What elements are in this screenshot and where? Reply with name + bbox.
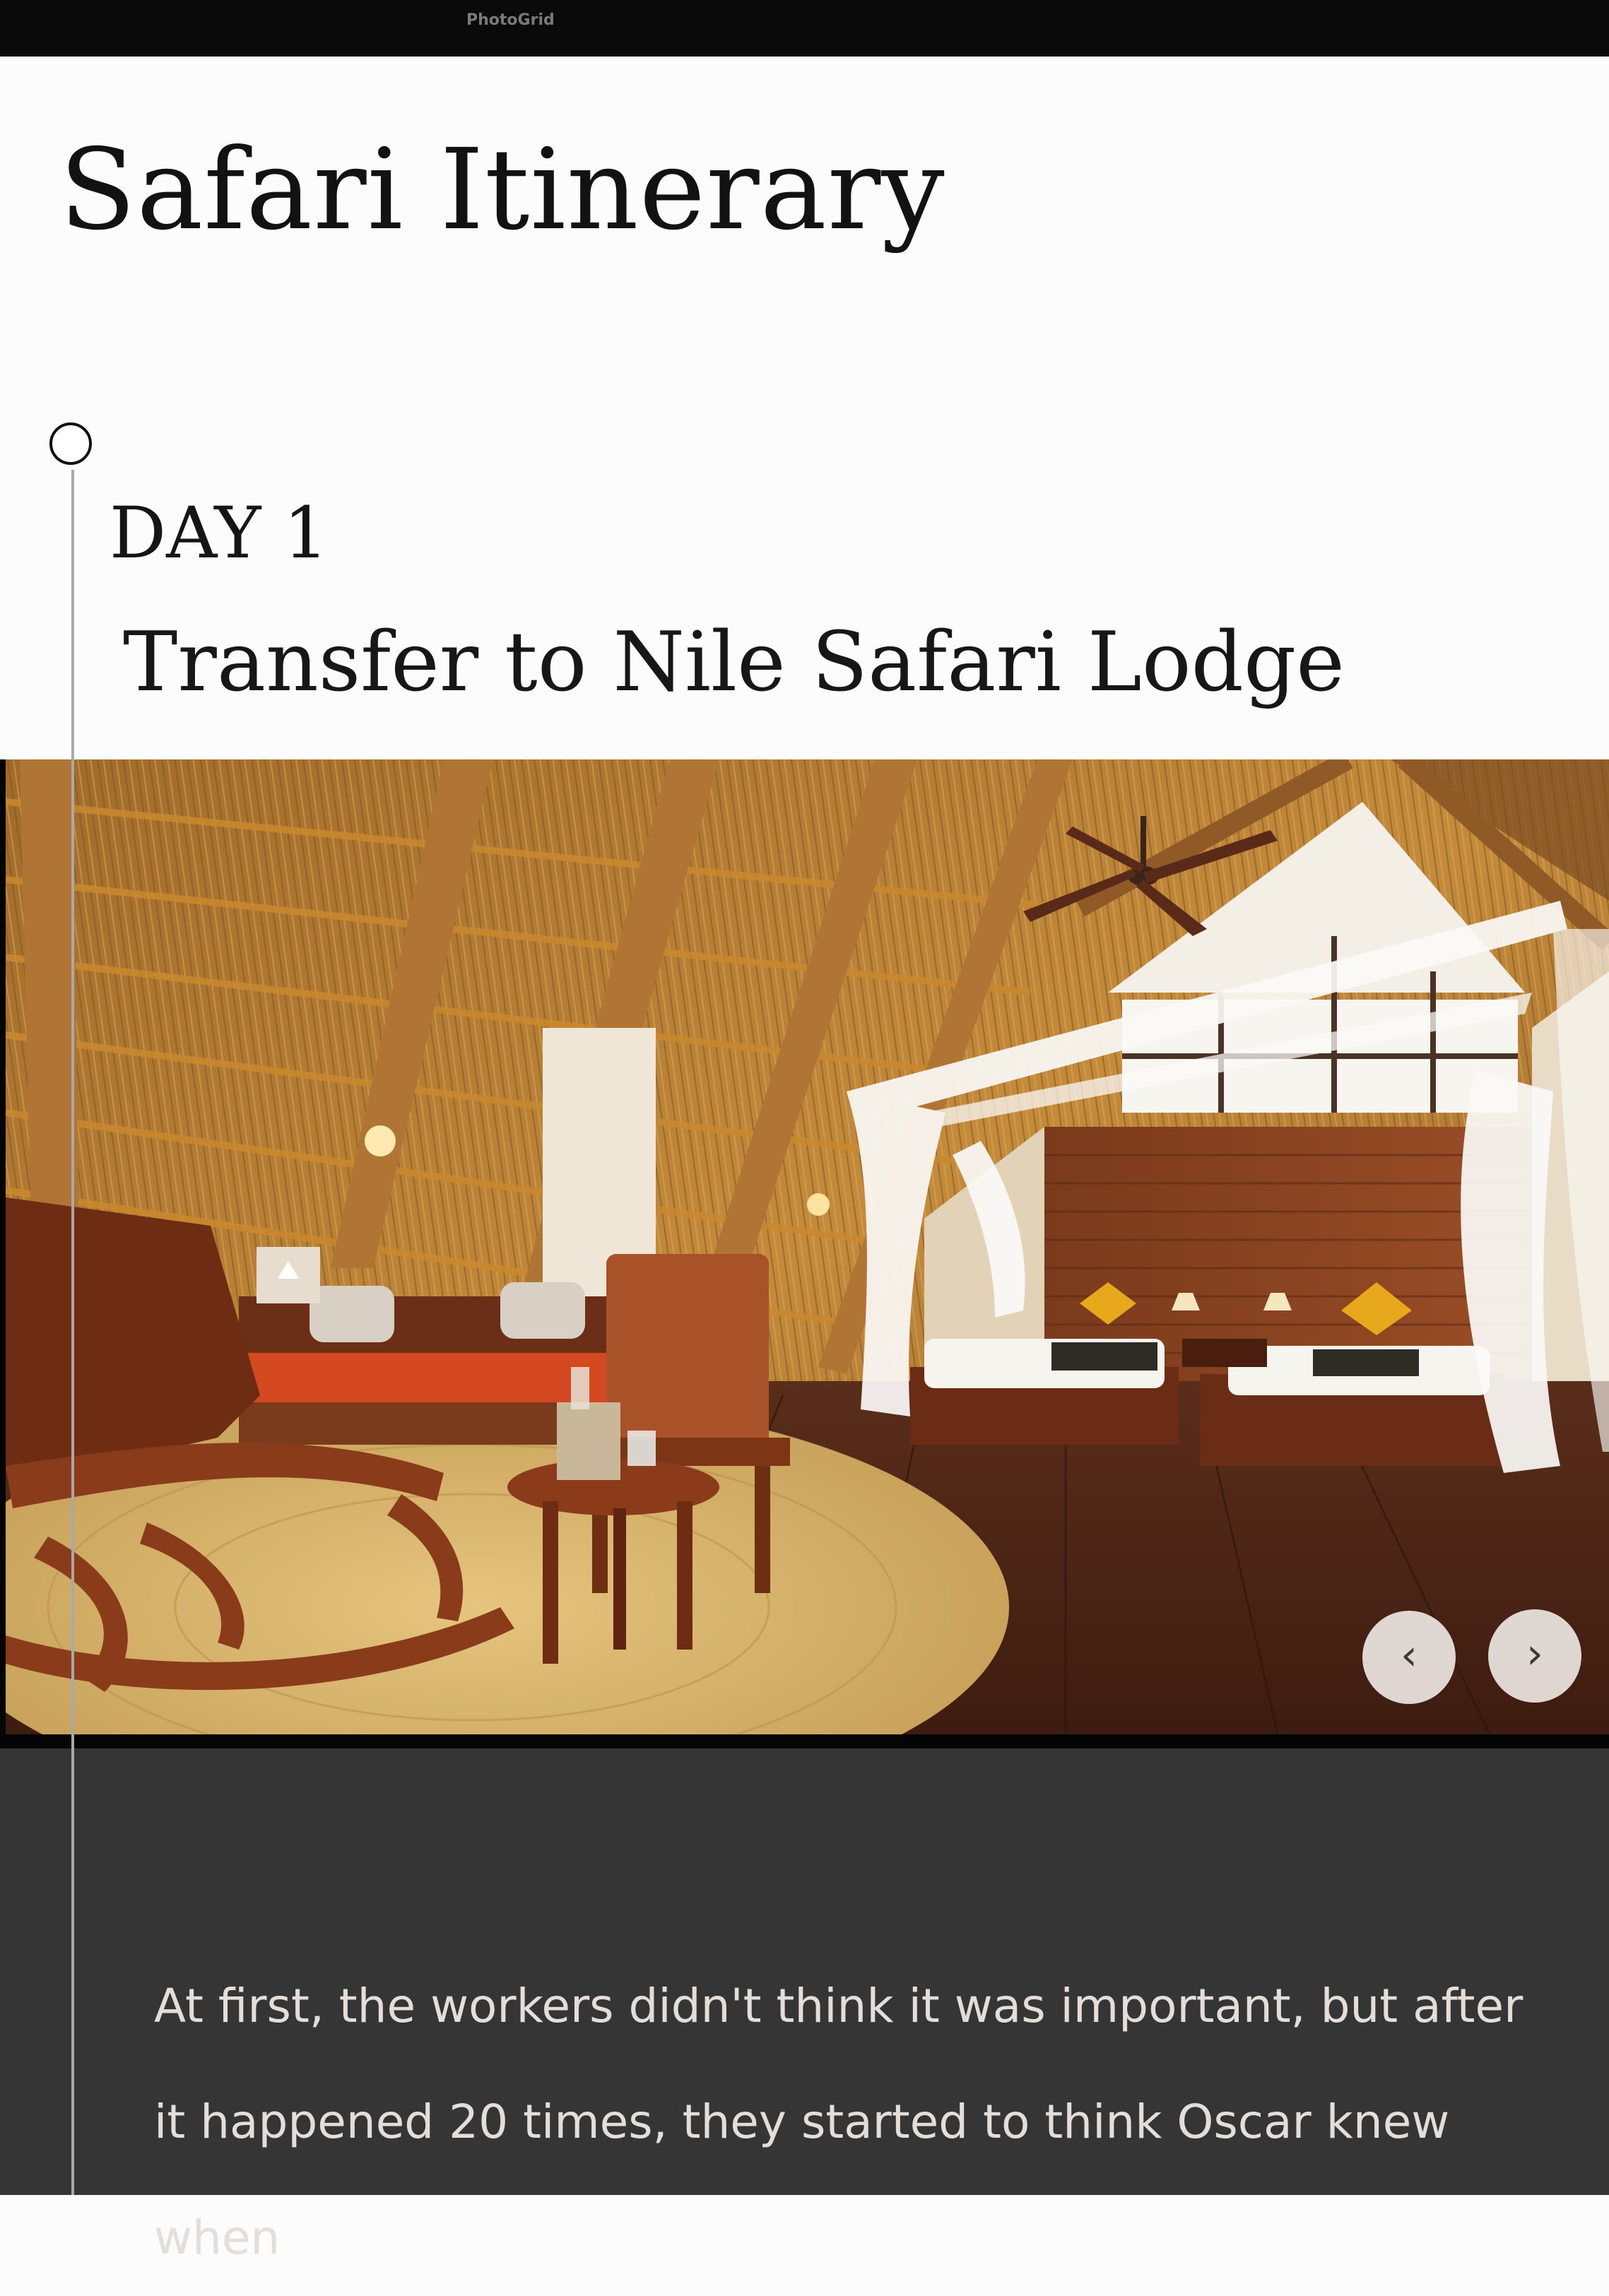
chevron-left-icon: ‹	[1401, 1631, 1418, 1680]
watermark-label: PhotoGrid	[466, 11, 555, 29]
day-description: At first, the workers didn't think it wa…	[154, 1979, 1523, 2265]
timeline-marker	[49, 422, 92, 465]
photo-carousel	[0, 759, 1609, 1748]
timeline-line	[71, 470, 74, 2195]
page-title: Safari Itinerary	[59, 125, 945, 255]
chevron-right-icon: ›	[1526, 1629, 1543, 1679]
day-label: DAY 1	[110, 492, 329, 574]
day-title: Transfer to Nile Safari Lodge	[123, 615, 1345, 710]
lodge-photo	[6, 759, 1609, 1734]
carousel-prev-button[interactable]: ‹	[1362, 1611, 1456, 1704]
top-bar: PhotoGrid	[0, 0, 1609, 57]
carousel-next-button[interactable]: ›	[1488, 1609, 1581, 1703]
